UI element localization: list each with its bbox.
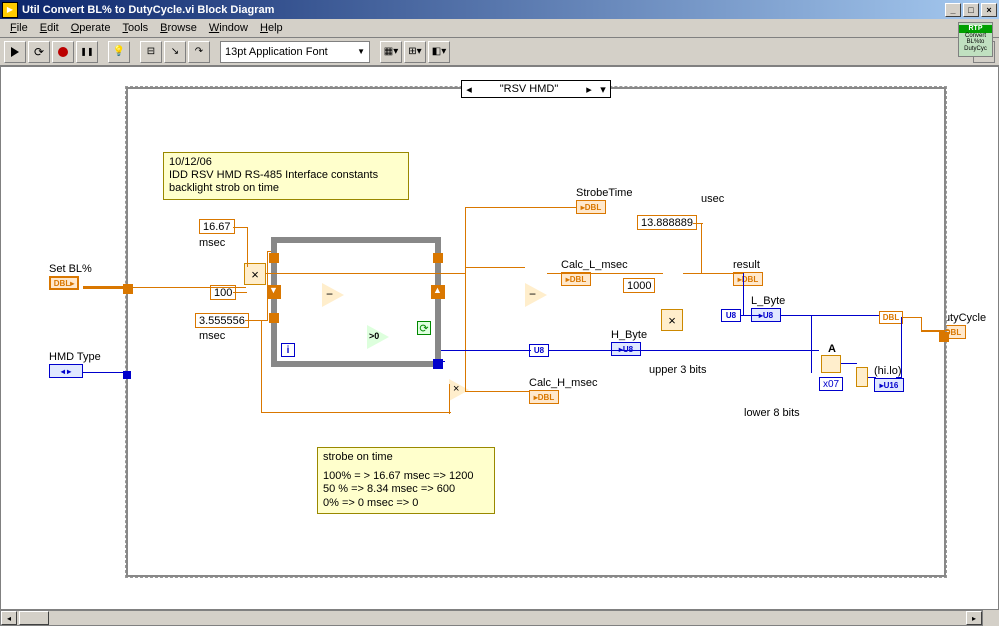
subtract-node-loop[interactable] (322, 283, 344, 307)
retain-wire-button[interactable]: ⊟ (140, 41, 162, 63)
loop-tunnel1 (433, 253, 443, 263)
multiply-bottom[interactable]: × (449, 379, 469, 401)
indicator-h-byte[interactable]: H_Byte ▸U8 (611, 329, 647, 356)
comment-strobe[interactable]: strobe on time 100% = > 16.67 msec => 12… (317, 447, 495, 514)
app-icon: ▶ (2, 2, 18, 18)
highlight-execution-button[interactable] (108, 41, 130, 63)
shift-register-right (431, 285, 445, 299)
label-lower8: lower 8 bits (744, 407, 800, 419)
case-next-icon[interactable]: ▸ (582, 83, 596, 96)
indicator-l-byte[interactable]: L_Byte ▸U8 (751, 295, 785, 322)
menu-window[interactable]: Window (203, 20, 254, 36)
const-mask[interactable]: x07 (819, 377, 843, 391)
indicator-calc-h[interactable]: Calc_H_msec ▸DBL (529, 377, 597, 404)
dbl-icon: ▸DBL (561, 272, 591, 286)
case-dropdown-icon[interactable]: ▾ (596, 83, 610, 96)
indicator-result-label: result (733, 259, 760, 271)
scroll-left-icon[interactable]: ◂ (1, 611, 17, 625)
menu-tools[interactable]: Tools (116, 20, 154, 36)
maximize-button[interactable]: □ (963, 3, 979, 17)
comment-header[interactable]: 10/12/06 IDD RSV HMD RS-485 Interface co… (163, 152, 409, 200)
minimize-button[interactable]: _ (945, 3, 961, 17)
dbl-icon: ▸DBL (576, 200, 606, 214)
vi-icon: RTP Convert BL%to DutyCyc (958, 22, 993, 57)
label-usec: usec (701, 193, 724, 205)
loop-iteration-terminal: i (281, 343, 295, 357)
dbl-icon: ▸DBL (529, 390, 559, 404)
horizontal-scrollbar[interactable]: ◂ ▸ (0, 610, 983, 626)
dbl-icon: ▸DBL (733, 272, 763, 286)
const-1388[interactable]: 13.888889 (637, 215, 697, 230)
loop-tunnel3 (269, 313, 279, 323)
indicator-hilo[interactable]: (hi.lo) ▸U16 (874, 365, 904, 392)
and-node[interactable] (821, 355, 841, 373)
indicator-strobetime-label: StrobeTime (576, 187, 632, 199)
scroll-right-icon[interactable]: ▸ (966, 611, 982, 625)
u16-icon: ▸U16 (874, 378, 904, 392)
pause-button[interactable] (76, 41, 98, 63)
const-355[interactable]: 3.555556 (195, 313, 249, 328)
subtract-node[interactable] (525, 283, 547, 307)
control-hmd-type-label: HMD Type (49, 351, 101, 363)
indicator-strobetime[interactable]: StrobeTime ▸DBL (576, 187, 632, 214)
control-hmd-type[interactable]: HMD Type ◂ ▸ (49, 351, 101, 378)
reorder-button[interactable]: ◧▾ (428, 41, 450, 63)
case-selector[interactable]: ◂ "RSV HMD" ▸ ▾ (461, 80, 611, 98)
to-u8-node-2[interactable]: U8 (529, 344, 549, 357)
case-prev-icon[interactable]: ◂ (462, 83, 476, 96)
run-continuous-button[interactable] (28, 41, 50, 63)
indicator-calc-l-label: Calc_L_msec (561, 259, 628, 271)
toolbar: ⊟ ↘ ↷ 13pt Application Font ▦▾ ⊞▾ ◧▾ ? (0, 38, 999, 66)
font-selector[interactable]: 13pt Application Font (220, 41, 370, 63)
indicator-calc-h-label: Calc_H_msec (529, 377, 597, 389)
align-button[interactable]: ▦▾ (380, 41, 402, 63)
label-and: A (828, 343, 836, 355)
while-loop[interactable]: i (271, 237, 441, 367)
scrollbar-thumb[interactable] (19, 611, 49, 625)
indicator-l-byte-label: L_Byte (751, 295, 785, 307)
shift-register-left (267, 285, 281, 299)
label-upper3: upper 3 bits (649, 364, 706, 376)
case-selector-label: "RSV HMD" (476, 83, 582, 95)
distribute-button[interactable]: ⊞▾ (404, 41, 426, 63)
close-button[interactable]: × (981, 3, 997, 17)
enum-icon: ◂ ▸ (49, 364, 83, 378)
multiply-node-2[interactable] (661, 309, 683, 331)
control-set-bl-label: Set BL% (49, 263, 92, 275)
run-button[interactable] (4, 41, 26, 63)
loop-condition-terminal (417, 321, 431, 335)
menu-operate[interactable]: Operate (65, 20, 117, 36)
step-over-button[interactable]: ↷ (188, 41, 210, 63)
label-msec2: msec (199, 330, 225, 342)
resize-grip[interactable] (983, 610, 999, 626)
case-tunnel-out (939, 332, 949, 342)
menu-help[interactable]: Help (254, 20, 289, 36)
u8-icon: ▸U8 (611, 342, 641, 356)
window-title: Util Convert BL% to DutyCycle.vi Block D… (22, 4, 943, 16)
dbl-indicator-icon: DBL▸ (49, 276, 79, 290)
step-into-button[interactable]: ↘ (164, 41, 186, 63)
indicator-h-byte-label: H_Byte (611, 329, 647, 341)
indicator-hilo-label: (hi.lo) (874, 365, 902, 377)
menu-browse[interactable]: Browse (154, 20, 203, 36)
label-msec1: msec (199, 237, 225, 249)
menu-file[interactable]: File (4, 20, 34, 36)
block-diagram-canvas[interactable]: Set BL% DBL▸ HMD Type ◂ ▸ DutyCycle ▸DBL… (0, 66, 999, 610)
loop-tunnel4 (269, 253, 279, 263)
to-dbl-node[interactable]: DBL (879, 311, 903, 324)
menu-bar: File Edit Operate Tools Browse Window He… (0, 19, 999, 38)
to-u8-node[interactable]: U8 (721, 309, 741, 322)
abort-button[interactable] (52, 41, 74, 63)
title-bar: ▶ Util Convert BL% to DutyCycle.vi Block… (0, 0, 999, 19)
const-1667[interactable]: 16.67 (199, 219, 235, 234)
join-numbers-node[interactable] (856, 367, 868, 387)
menu-edit[interactable]: Edit (34, 20, 65, 36)
const-1000[interactable]: 1000 (623, 278, 655, 293)
greater-than-zero-node[interactable] (367, 325, 389, 349)
